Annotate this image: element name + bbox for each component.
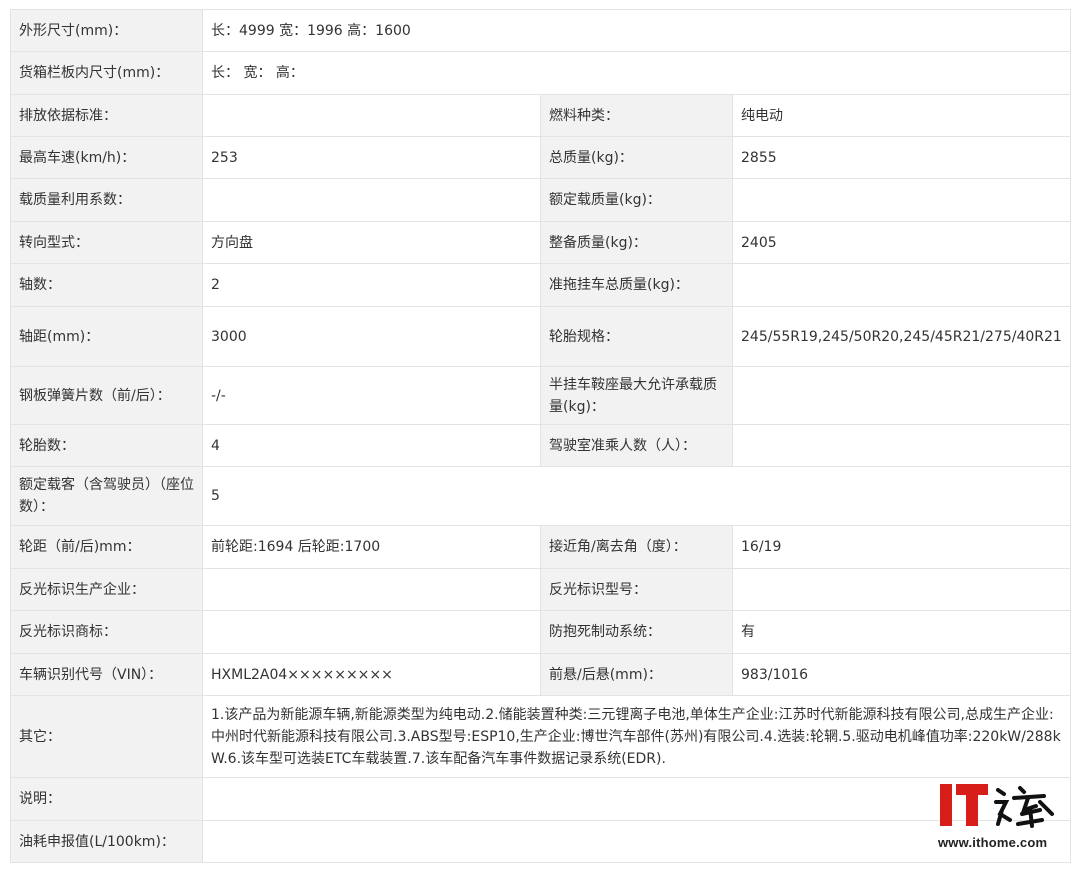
reflector-brand-label: 反光标识商标： [10,610,203,654]
other-value: 1.该产品为新能源车辆,新能源类型为纯电动.2.储能装置种类:三元锂离子电池,单… [202,695,1071,778]
fuel-type-value: 纯电动 [732,94,1071,137]
curb-mass-label: 整备质量(kg)： [540,221,733,264]
cargo-size-label: 货箱栏板内尺寸(mm)： [10,51,203,95]
trailer-mass-label: 准拖挂车总质量(kg)： [540,263,733,307]
table-row: 反光标识商标： 防抱死制动系统： 有 [10,610,1071,654]
passengers-label: 额定载客（含驾驶员）（座位数）： [10,466,203,526]
approach-angle-label: 接近角/离去角（度）： [540,525,733,569]
table-row: 额定载客（含驾驶员）（座位数）： 5 [10,466,1071,526]
load-factor-label: 载质量利用系数： [10,178,203,222]
table-row: 货箱栏板内尺寸(mm)： 长： 宽： 高： [10,51,1071,95]
table-row: 油耗申报值(L/100km)： [10,820,1071,863]
overhang-value: 983/1016 [732,653,1071,696]
leaf-spring-value: -/- [202,366,541,425]
table-row: 转向型式： 方向盘 整备质量(kg)： 2405 [10,221,1071,264]
notes-label: 说明： [10,777,203,821]
dimensions-value: 长：4999 宽：1996 高：1600 [202,9,1071,52]
fuel-consumption-label: 油耗申报值(L/100km)： [10,820,203,863]
emission-standard-label: 排放依据标准： [10,94,203,137]
ithome-logo-icon [940,784,1054,828]
saddle-load-label: 半挂车鞍座最大允许承载质量(kg)： [540,366,733,425]
max-speed-label: 最高车速(km/h)： [10,136,203,179]
overhang-label: 前悬/后悬(mm)： [540,653,733,696]
axles-label: 轴数： [10,263,203,307]
table-row: 最高车速(km/h)： 253 总质量(kg)： 2855 [10,136,1071,179]
table-row: 轴距(mm)： 3000 轮胎规格： 245/55R19,245/50R20,2… [10,306,1071,367]
reflector-maker-label: 反光标识生产企业： [10,568,203,611]
steering-value: 方向盘 [202,221,541,264]
table-row: 其它： 1.该产品为新能源车辆,新能源类型为纯电动.2.储能装置种类:三元锂离子… [10,695,1071,778]
track-width-label: 轮距（前/后)mm： [10,525,203,569]
wheelbase-label: 轴距(mm)： [10,306,203,367]
rated-load-value [732,178,1071,222]
cargo-size-value: 长： 宽： 高： [202,51,1071,95]
cab-passengers-value [732,424,1071,467]
trailer-mass-value [732,263,1071,307]
cab-passengers-label: 驾驶室准乘人数（人）： [540,424,733,467]
total-mass-label: 总质量(kg)： [540,136,733,179]
table-row: 外形尺寸(mm)： 长：4999 宽：1996 高：1600 [10,9,1071,52]
reflector-maker-value [202,568,541,611]
approach-angle-value: 16/19 [732,525,1071,569]
rated-load-label: 额定载质量(kg)： [540,178,733,222]
wheelbase-value: 3000 [202,306,541,367]
tire-count-value: 4 [202,424,541,467]
reflector-model-label: 反光标识型号： [540,568,733,611]
leaf-spring-label: 钢板弹簧片数（前/后）： [10,366,203,425]
abs-value: 有 [732,610,1071,654]
track-width-value: 前轮距:1694 后轮距:1700 [202,525,541,569]
passengers-value: 5 [202,466,1071,526]
reflector-model-value [732,568,1071,611]
spec-table: 外形尺寸(mm)： 长：4999 宽：1996 高：1600 货箱栏板内尺寸(m… [10,9,1071,863]
other-label: 其它： [10,695,203,778]
max-speed-value: 253 [202,136,541,179]
total-mass-value: 2855 [732,136,1071,179]
emission-standard-value [202,94,541,137]
tire-spec-label: 轮胎规格： [540,306,733,367]
table-row: 轮胎数： 4 驾驶室准乘人数（人）： [10,424,1071,467]
tire-count-label: 轮胎数： [10,424,203,467]
tire-spec-value: 245/55R19,245/50R20,245/45R21/275/40R21 [732,306,1071,367]
table-row: 排放依据标准： 燃料种类： 纯电动 [10,94,1071,137]
table-row: 轴数： 2 准拖挂车总质量(kg)： [10,263,1071,307]
reflector-brand-value [202,610,541,654]
dimensions-label: 外形尺寸(mm)： [10,9,203,52]
saddle-load-value [732,366,1071,425]
table-row: 说明： [10,777,1071,821]
table-row: 反光标识生产企业： 反光标识型号： [10,568,1071,611]
load-factor-value [202,178,541,222]
curb-mass-value: 2405 [732,221,1071,264]
table-row: 车辆识别代号（VIN）： HXML2A04××××××××× 前悬/后悬(mm)… [10,653,1071,696]
vin-label: 车辆识别代号（VIN）： [10,653,203,696]
abs-label: 防抱死制动系统： [540,610,733,654]
table-row: 载质量利用系数： 额定载质量(kg)： [10,178,1071,222]
table-row: 轮距（前/后)mm： 前轮距:1694 后轮距:1700 接近角/离去角（度）：… [10,525,1071,569]
axles-value: 2 [202,263,541,307]
ithome-url: www.ithome.com [938,835,1048,850]
fuel-type-label: 燃料种类： [540,94,733,137]
table-row: 钢板弹簧片数（前/后）： -/- 半挂车鞍座最大允许承载质量(kg)： [10,366,1071,425]
ithome-watermark: www.ithome.com [938,780,1064,855]
steering-label: 转向型式： [10,221,203,264]
vin-value: HXML2A04××××××××× [202,653,541,696]
